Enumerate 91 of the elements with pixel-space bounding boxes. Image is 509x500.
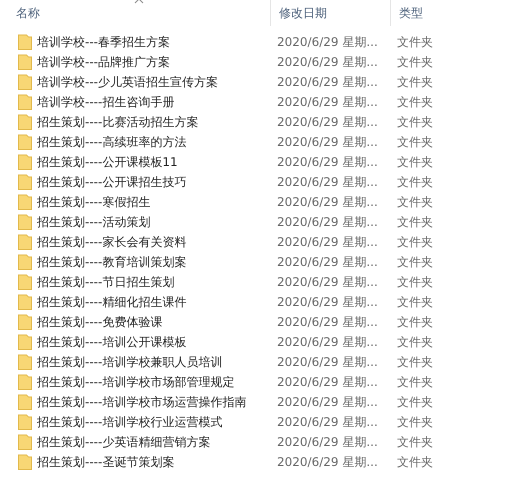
folder-icon [18, 54, 32, 70]
modified-date: 2020/6/29 星期... [277, 394, 378, 410]
folder-icon [18, 134, 32, 150]
file-type: 文件夹 [397, 114, 433, 130]
file-type: 文件夹 [397, 274, 433, 290]
modified-date: 2020/6/29 星期... [277, 334, 378, 350]
modified-date: 2020/6/29 星期... [277, 214, 378, 230]
folder-icon [18, 434, 32, 450]
file-type: 文件夹 [397, 194, 433, 210]
folder-icon [18, 334, 32, 350]
modified-date: 2020/6/29 星期... [277, 354, 378, 370]
file-type: 文件夹 [397, 134, 433, 150]
file-name[interactable]: 招生策划----培训学校兼职人员培训 [37, 354, 222, 370]
modified-date: 2020/6/29 星期... [277, 434, 378, 450]
folder-icon [18, 174, 32, 190]
modified-date: 2020/6/29 星期... [277, 74, 378, 90]
folder-icon [18, 254, 32, 270]
file-name[interactable]: 招生策划----比赛活动招生方案 [37, 114, 198, 130]
file-name[interactable]: 招生策划----免费体验课 [37, 314, 162, 330]
modified-date: 2020/6/29 星期... [277, 114, 378, 130]
file-name[interactable]: 招生策划----公开课招生技巧 [37, 174, 186, 190]
file-name[interactable]: 招生策划----节日招生策划 [37, 274, 174, 290]
folder-icon [18, 374, 32, 390]
file-name[interactable]: 培训学校---少儿英语招生宣传方案 [37, 74, 218, 90]
column-header[interactable]: 类型 [390, 0, 509, 26]
modified-date: 2020/6/29 星期... [277, 174, 378, 190]
folder-icon [18, 234, 32, 250]
file-type: 文件夹 [397, 374, 433, 390]
modified-date: 2020/6/29 星期... [277, 294, 378, 310]
column-header[interactable]: 名称 [0, 0, 270, 26]
file-name[interactable]: 招生策划----高续班率的方法 [37, 134, 186, 150]
file-name[interactable]: 培训学校---春季招生方案 [37, 34, 170, 50]
folder-icon [18, 114, 32, 130]
folder-icon [18, 414, 32, 430]
folder-icon [18, 274, 32, 290]
file-type: 文件夹 [397, 94, 433, 110]
file-type: 文件夹 [397, 234, 433, 250]
folder-icon [18, 194, 32, 210]
file-type: 文件夹 [397, 434, 433, 450]
file-name[interactable]: 招生策划----圣诞节策划案 [37, 454, 174, 470]
modified-date: 2020/6/29 星期... [277, 374, 378, 390]
folder-icon [18, 454, 32, 470]
file-name[interactable]: 招生策划----寒假招生 [37, 194, 150, 210]
file-name[interactable]: 招生策划----培训公开课模板 [37, 334, 186, 350]
file-type: 文件夹 [397, 214, 433, 230]
file-type: 文件夹 [397, 154, 433, 170]
modified-date: 2020/6/29 星期... [277, 154, 378, 170]
file-name[interactable]: 招生策划----精细化招生课件 [37, 294, 186, 310]
file-type: 文件夹 [397, 414, 433, 430]
folder-icon [18, 354, 32, 370]
file-name[interactable]: 招生策划----教育培训策划案 [37, 254, 186, 270]
modified-date: 2020/6/29 星期... [277, 234, 378, 250]
modified-date: 2020/6/29 星期... [277, 94, 378, 110]
modified-date: 2020/6/29 星期... [277, 34, 378, 50]
modified-date: 2020/6/29 星期... [277, 194, 378, 210]
file-name[interactable]: 招生策划----少英语精细营销方案 [37, 434, 210, 450]
folder-icon [18, 294, 32, 310]
file-type: 文件夹 [397, 334, 433, 350]
file-type: 文件夹 [397, 54, 433, 70]
file-name[interactable]: 招生策划----活动策划 [37, 214, 150, 230]
file-type: 文件夹 [397, 34, 433, 50]
modified-date: 2020/6/29 星期... [277, 254, 378, 270]
modified-date: 2020/6/29 星期... [277, 454, 378, 470]
file-name[interactable]: 招生策划----培训学校市场运营操作指南 [37, 394, 246, 410]
file-type: 文件夹 [397, 394, 433, 410]
modified-date: 2020/6/29 星期... [277, 414, 378, 430]
file-type: 文件夹 [397, 74, 433, 90]
file-name[interactable]: 招生策划----公开课模板11 [37, 154, 178, 170]
file-name[interactable]: 招生策划----培训学校行业运营模式 [37, 414, 222, 430]
column-header[interactable]: 修改日期 [270, 0, 390, 26]
file-type: 文件夹 [397, 254, 433, 270]
modified-date: 2020/6/29 星期... [277, 314, 378, 330]
modified-date: 2020/6/29 星期... [277, 274, 378, 290]
file-type: 文件夹 [397, 314, 433, 330]
folder-icon [18, 74, 32, 90]
file-name[interactable]: 培训学校---品牌推广方案 [37, 54, 170, 70]
file-type: 文件夹 [397, 454, 433, 470]
folder-icon [18, 214, 32, 230]
file-type: 文件夹 [397, 354, 433, 370]
modified-date: 2020/6/29 星期... [277, 134, 378, 150]
file-name[interactable]: 培训学校----招生咨询手册 [37, 94, 174, 110]
folder-icon [18, 394, 32, 410]
folder-icon [18, 94, 32, 110]
folder-icon [18, 154, 32, 170]
folder-icon [18, 34, 32, 50]
folder-icon [18, 314, 32, 330]
file-type: 文件夹 [397, 294, 433, 310]
file-type: 文件夹 [397, 174, 433, 190]
file-name[interactable]: 招生策划----培训学校市场部管理规定 [37, 374, 234, 390]
modified-date: 2020/6/29 星期... [277, 54, 378, 70]
file-name[interactable]: 招生策划----家长会有关资料 [37, 234, 186, 250]
